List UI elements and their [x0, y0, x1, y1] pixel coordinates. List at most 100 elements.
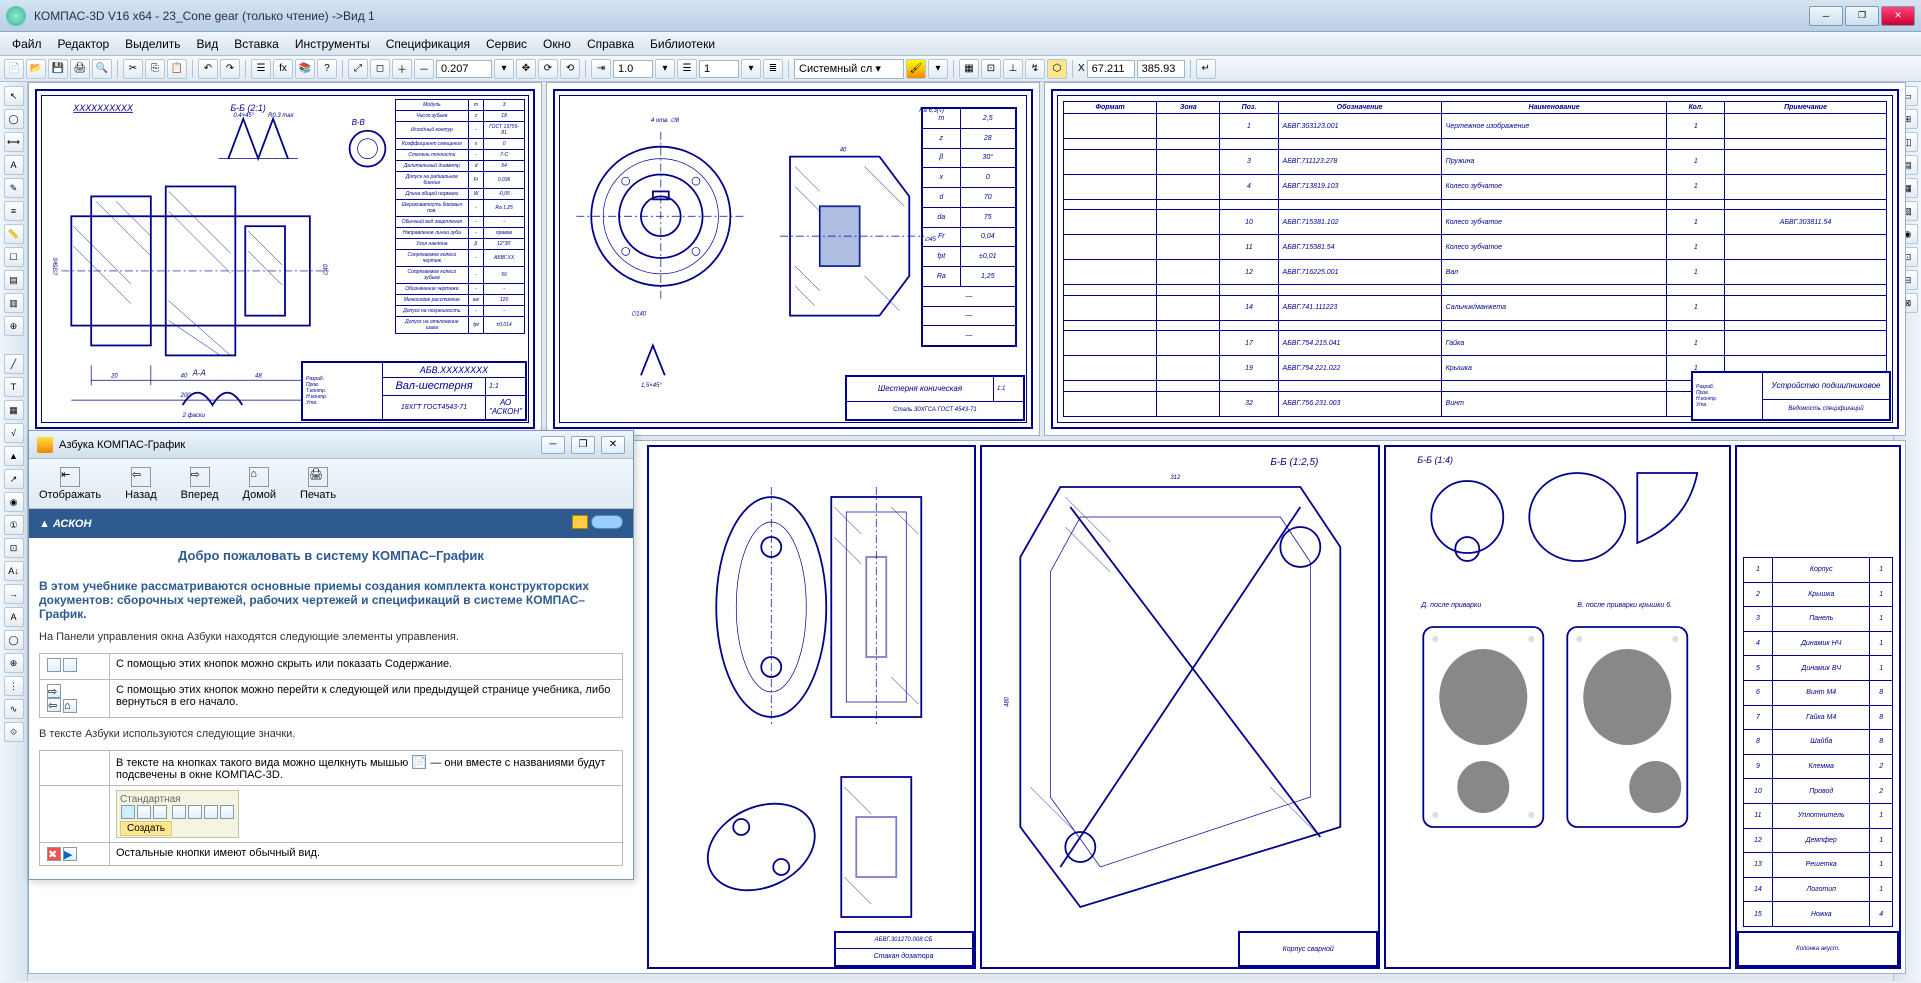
cut-icon[interactable]: ✂	[123, 59, 143, 79]
remote-icon[interactable]: ◯	[4, 630, 24, 650]
refresh-icon[interactable]: ⟲	[560, 59, 580, 79]
help-forward-button[interactable]: ⇨Вперед	[181, 467, 219, 501]
grid-icon[interactable]: ▦	[959, 59, 979, 79]
insert-icon[interactable]: ⊕	[4, 316, 24, 336]
pos-icon[interactable]: ①	[4, 515, 24, 535]
base-icon[interactable]: ▲	[4, 446, 24, 466]
print-icon[interactable]: 🖨	[70, 59, 90, 79]
open-icon[interactable]: 📂	[26, 59, 46, 79]
localcs-icon[interactable]: ↯	[1025, 59, 1045, 79]
help-home-button[interactable]: ⌂Домой	[243, 467, 277, 501]
layer-down-icon[interactable]: ▾	[741, 59, 761, 79]
wave-icon[interactable]: ∿	[4, 699, 24, 719]
edit-icon[interactable]: ✎	[4, 178, 24, 198]
svg-text:48: 48	[255, 373, 262, 379]
help-icon[interactable]: ?	[317, 59, 337, 79]
auto-icon[interactable]: ⟐	[4, 722, 24, 742]
dimensions-icon[interactable]: ⟷	[4, 132, 24, 152]
rough-icon[interactable]: √	[4, 423, 24, 443]
color-down-icon[interactable]: ▾	[928, 59, 948, 79]
layers-icon[interactable]: ≣	[763, 59, 783, 79]
cut-line-icon[interactable]: A↓	[4, 561, 24, 581]
arrow-icon[interactable]: ↖	[4, 86, 24, 106]
zoom-in-icon[interactable]: ＋	[392, 59, 412, 79]
drawing-sheet-1[interactable]: XXXXXXXXXX Б-Б (2:1) В-В	[28, 82, 542, 436]
zoom-win-icon[interactable]: ◻	[370, 59, 390, 79]
menu-select[interactable]: Выделить	[119, 35, 186, 53]
coord-x[interactable]	[1087, 60, 1135, 78]
pan-icon[interactable]: ✥	[516, 59, 536, 79]
menu-file[interactable]: Файл	[6, 35, 48, 53]
help-title: Азбука КОМПАС-График	[59, 439, 185, 451]
text-icon[interactable]: A	[4, 155, 24, 175]
help-show-button[interactable]: ⇤Отображать	[39, 467, 101, 501]
new-icon[interactable]: 📄	[4, 59, 24, 79]
snap-icon[interactable]: ⊡	[981, 59, 1001, 79]
drawing-sheet-2[interactable]: 4 отв. ∅8 ∅140 ∅45 40 1,5×45°	[546, 82, 1040, 436]
tolerance-icon[interactable]: ⊡	[4, 538, 24, 558]
maximize-button[interactable]: ❐	[1845, 6, 1879, 26]
redo-icon[interactable]: ↷	[220, 59, 240, 79]
menu-help[interactable]: Справка	[581, 35, 640, 53]
help-maximize-button[interactable]: ❐	[571, 436, 595, 454]
coord-y[interactable]	[1137, 60, 1185, 78]
table-icon[interactable]: ▦	[4, 400, 24, 420]
viewarrow-icon[interactable]: A	[4, 607, 24, 627]
step-icon[interactable]: ⇥	[591, 59, 611, 79]
layer-icon[interactable]: ☰	[677, 59, 697, 79]
drawing-sheet-3[interactable]: ФорматЗонаПоз.ОбозначениеНаименованиеКол…	[1044, 82, 1906, 436]
axis-icon[interactable]: ⋮	[4, 676, 24, 696]
color-icon[interactable]: 🖌	[906, 59, 926, 79]
zoom-out-icon[interactable]: －	[414, 59, 434, 79]
help-print-button[interactable]: 🖨Печать	[300, 467, 336, 501]
zoom-all-icon[interactable]: ⤢	[348, 59, 368, 79]
param2-icon[interactable]: ≡	[4, 201, 24, 221]
menu-window[interactable]: Окно	[537, 35, 577, 53]
step-down-icon[interactable]: ▾	[655, 59, 675, 79]
spec-icon[interactable]: ▤	[4, 270, 24, 290]
help-body[interactable]: ▲ АСКОН Добро пожаловать в систему КОМПА…	[29, 509, 633, 879]
ortho-icon[interactable]: ⊥	[1003, 59, 1023, 79]
menu-view[interactable]: Вид	[191, 35, 225, 53]
menu-tools[interactable]: Инструменты	[289, 35, 376, 53]
help-back-button[interactable]: ⇦Назад	[125, 467, 157, 501]
save-icon[interactable]: 💾	[48, 59, 68, 79]
close-button[interactable]: ✕	[1881, 6, 1915, 26]
leader-icon[interactable]: ↗	[4, 469, 24, 489]
brand-icon[interactable]: ◉	[4, 492, 24, 512]
arrow2-icon[interactable]: →	[4, 584, 24, 604]
preview-icon[interactable]: 🔍	[92, 59, 112, 79]
paste-icon[interactable]: 📋	[167, 59, 187, 79]
label-icon[interactable]: T	[4, 377, 24, 397]
select-icon[interactable]: ☐	[4, 247, 24, 267]
measure-icon[interactable]: 📏	[4, 224, 24, 244]
minimize-button[interactable]: ─	[1809, 6, 1843, 26]
param-icon[interactable]: ⬡	[1047, 59, 1067, 79]
help-create-button[interactable]: Создать	[120, 821, 172, 836]
lib-icon[interactable]: 📚	[295, 59, 315, 79]
scale-down-icon[interactable]: ▾	[494, 59, 514, 79]
scale-input[interactable]	[436, 60, 492, 78]
props-icon[interactable]: ☰	[251, 59, 271, 79]
help-minimize-button[interactable]: ─	[541, 436, 565, 454]
help-titlebar[interactable]: Азбука КОМПАС-График ─ ❐ ✕	[29, 431, 633, 459]
style-combo[interactable]: Системный сл ▾	[794, 59, 904, 79]
layer-input[interactable]	[699, 60, 739, 78]
center-icon[interactable]: ⊕	[4, 653, 24, 673]
menu-libraries[interactable]: Библиотеки	[644, 35, 721, 53]
end-icon[interactable]: ↵	[1196, 59, 1216, 79]
undo-icon[interactable]: ↶	[198, 59, 218, 79]
rotate-icon[interactable]: ⟳	[538, 59, 558, 79]
step-input[interactable]	[613, 60, 653, 78]
menu-spec[interactable]: Спецификация	[380, 35, 476, 53]
variables-icon[interactable]: fx	[273, 59, 293, 79]
help-window[interactable]: Азбука КОМПАС-График ─ ❐ ✕ ⇤Отображать ⇦…	[28, 430, 634, 880]
help-close-button[interactable]: ✕	[601, 436, 625, 454]
menu-insert[interactable]: Вставка	[228, 35, 285, 53]
reports-icon[interactable]: ▥	[4, 293, 24, 313]
line-icon[interactable]: ╱	[4, 354, 24, 374]
menu-edit[interactable]: Редактор	[52, 35, 116, 53]
copy-icon[interactable]: ⎘	[145, 59, 165, 79]
geometry-icon[interactable]: ◯	[4, 109, 24, 129]
menu-service[interactable]: Сервис	[480, 35, 533, 53]
